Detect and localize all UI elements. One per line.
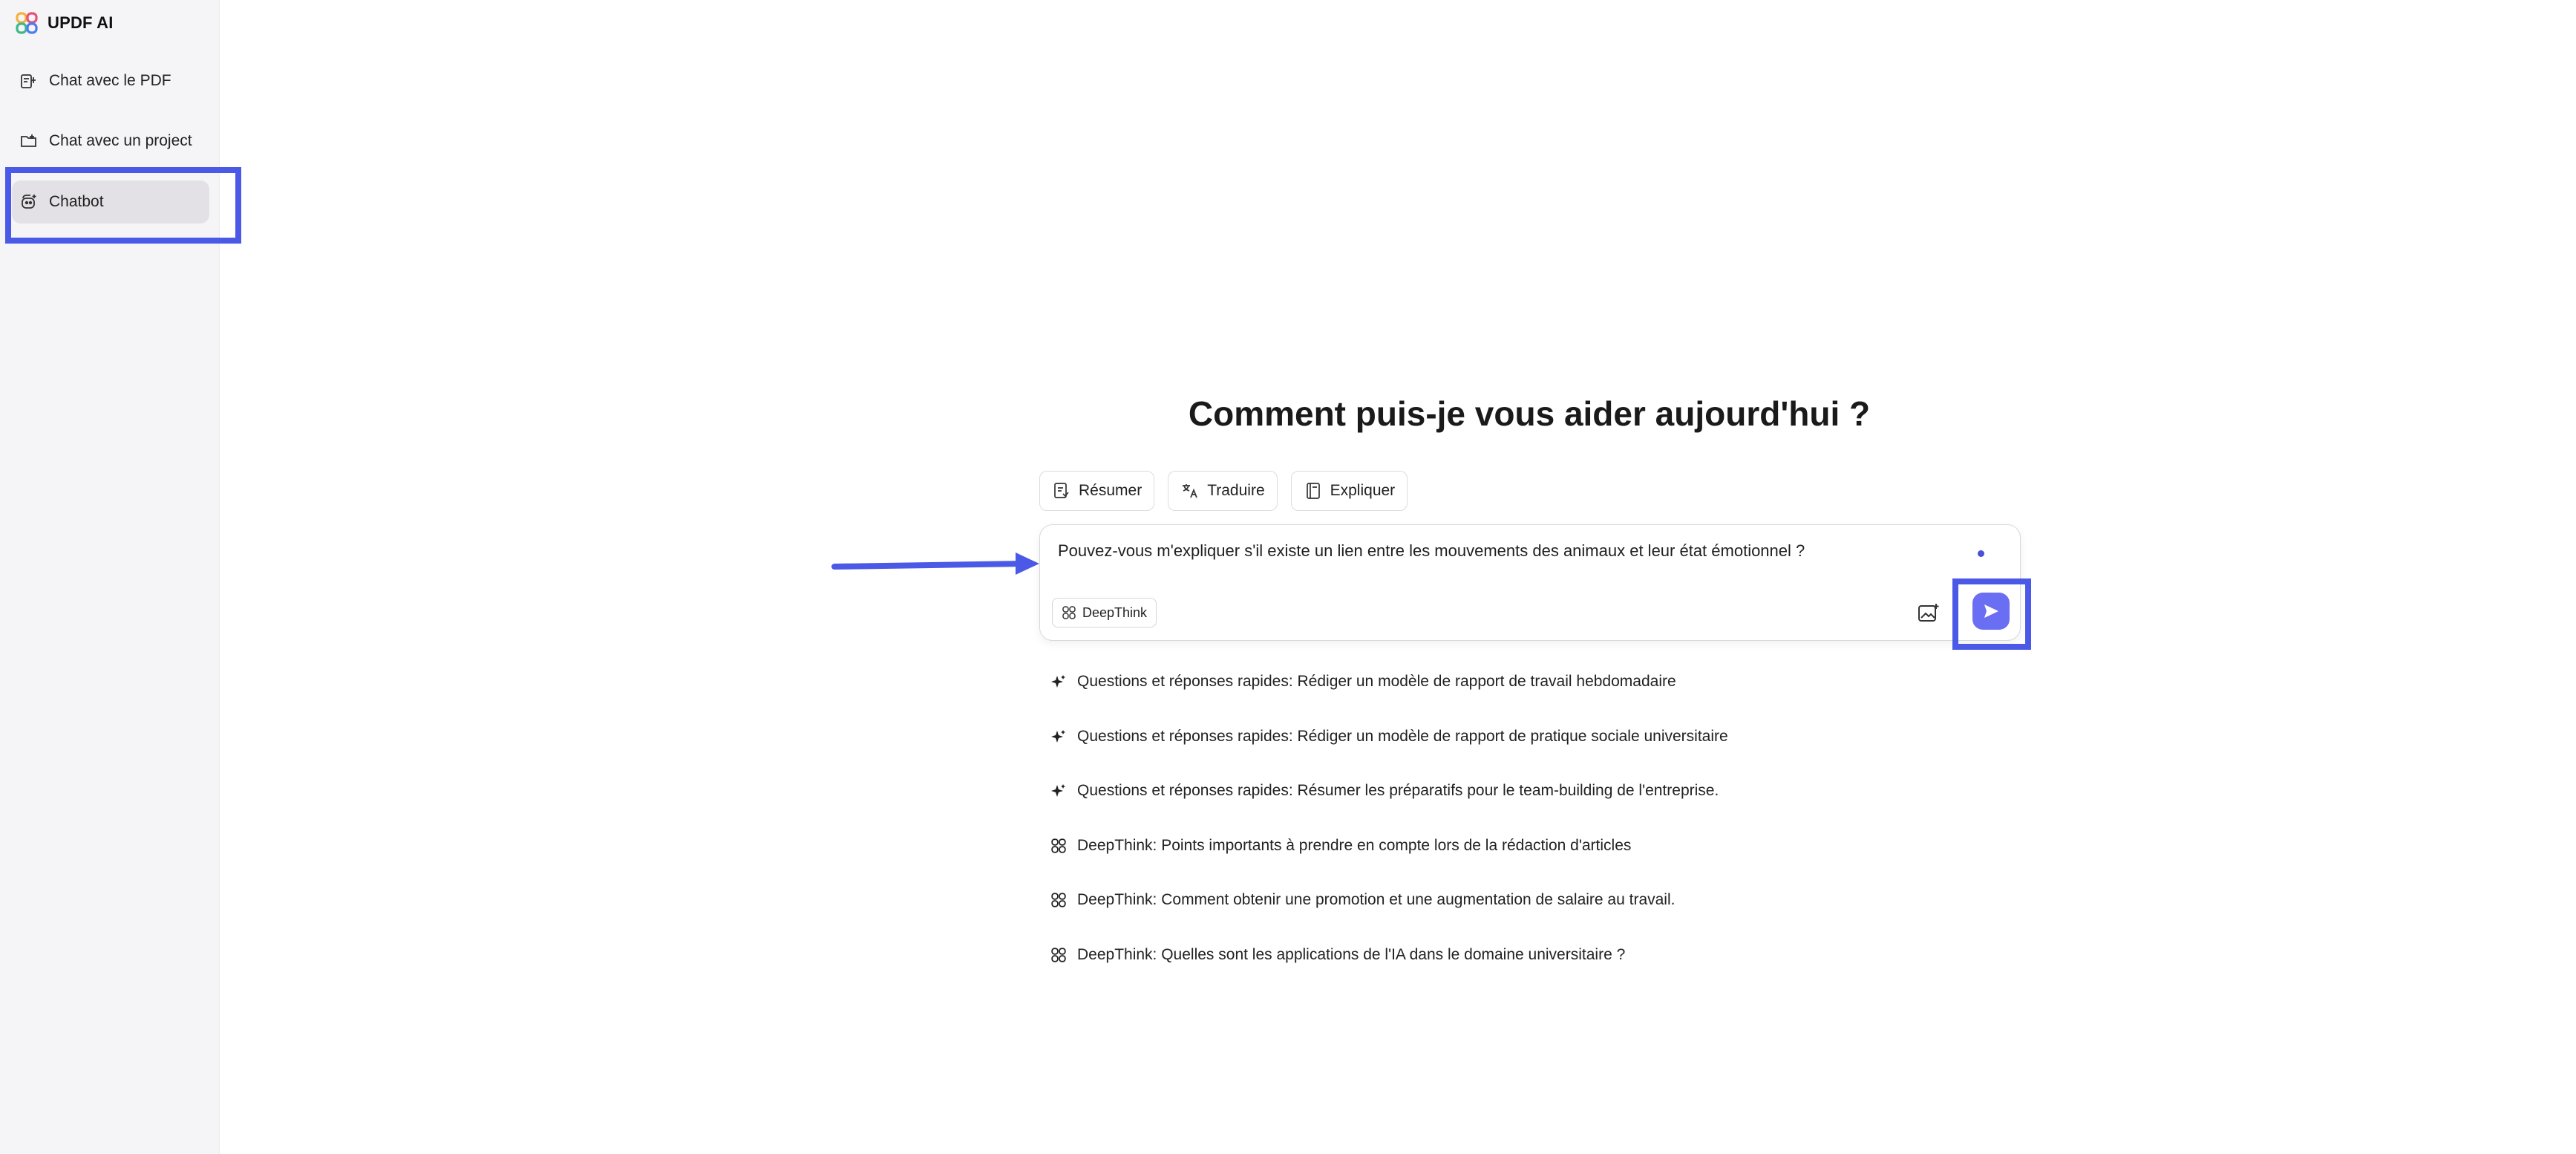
send-button[interactable] — [1972, 593, 2010, 630]
suggestion-text: DeepThink: Comment obtenir une promotion… — [1077, 891, 1676, 908]
send-icon — [1984, 604, 1998, 618]
suggestion-item[interactable]: DeepThink: Comment obtenir une promotion… — [1050, 885, 2016, 915]
deepthink-icon — [1051, 838, 1066, 853]
suggestion-item[interactable]: Questions et réponses rapides: Résumer l… — [1050, 776, 2016, 806]
translate-chip[interactable]: Traduire — [1168, 471, 1278, 511]
upload-image-button[interactable] — [1914, 599, 1944, 628]
quick-action-chips: Résumer Traduire Expliquer — [1039, 471, 1408, 511]
suggestion-item[interactable]: Questions et réponses rapides: Rédiger u… — [1050, 667, 2016, 697]
suggestion-text: DeepThink: Points importants à prendre e… — [1077, 836, 1632, 854]
deepthink-label: DeepThink — [1082, 604, 1148, 620]
summarize-icon — [1054, 483, 1069, 498]
sidebar-item-chat-pdf[interactable]: Chat avec le PDF — [12, 59, 209, 102]
input-status-dot — [1978, 550, 1984, 557]
suggestion-text: Questions et réponses rapides: Rédiger u… — [1077, 673, 1676, 690]
sidebar-item-label: Chatbot — [49, 193, 104, 210]
sidebar-item-chatbot[interactable]: Chatbot — [12, 180, 209, 224]
suggestion-item[interactable]: Questions et réponses rapides: Rédiger u… — [1050, 722, 2016, 752]
sidebar-item-chat-project[interactable]: Chat avec un project — [12, 120, 209, 163]
chat-composer: DeepThink — [1039, 524, 2021, 641]
chip-label: Résumer — [1079, 482, 1142, 499]
image-upload-icon — [1918, 604, 1939, 622]
sparkle-icon — [1051, 729, 1065, 743]
suggestion-text: Questions et réponses rapides: Rédiger u… — [1077, 727, 1728, 745]
deepthink-icon — [1051, 947, 1066, 962]
suggestion-list: Questions et réponses rapides: Rédiger u… — [1050, 667, 2016, 994]
pdf-chat-icon — [21, 74, 36, 88]
suggestion-item[interactable]: DeepThink: Points importants à prendre e… — [1050, 831, 2016, 861]
sidebar: UPDF AI Chat avec le PDF Chat avec un pr… — [0, 0, 220, 1154]
deepthink-icon — [1062, 606, 1076, 619]
page-title: Comment puis-je vous aider aujourd'hui ? — [1188, 394, 1871, 433]
folder-icon — [21, 134, 36, 147]
deepthink-toggle[interactable]: DeepThink — [1052, 598, 1157, 627]
brand-name: UPDF AI — [48, 13, 114, 32]
sparkle-icon — [1051, 784, 1065, 797]
sidebar-item-label: Chat avec le PDF — [49, 72, 171, 89]
book-icon — [1306, 483, 1320, 499]
chatbot-icon — [22, 195, 36, 209]
sidebar-item-label: Chat avec un project — [49, 132, 192, 149]
chip-label: Expliquer — [1330, 482, 1396, 499]
explain-chip[interactable]: Expliquer — [1290, 471, 1408, 511]
brand[interactable]: UPDF AI — [15, 10, 114, 36]
suggestion-text: DeepThink: Quelles sont les applications… — [1077, 945, 1626, 963]
deepthink-icon — [1051, 893, 1066, 907]
sparkle-icon — [1051, 675, 1065, 688]
chat-input[interactable] — [1058, 541, 1949, 561]
suggestion-text: Questions et réponses rapides: Résumer l… — [1077, 782, 1719, 799]
app-window: UPDF AI Chat avec le PDF Chat avec un pr… — [0, 0, 2576, 1154]
suggestion-item[interactable]: DeepThink: Quelles sont les applications… — [1050, 940, 2016, 970]
summarize-chip[interactable]: Résumer — [1039, 471, 1155, 511]
chip-label: Traduire — [1207, 482, 1265, 499]
translate-icon — [1183, 484, 1197, 498]
annotation-arrow — [831, 552, 1039, 575]
updf-logo-icon — [16, 12, 38, 34]
